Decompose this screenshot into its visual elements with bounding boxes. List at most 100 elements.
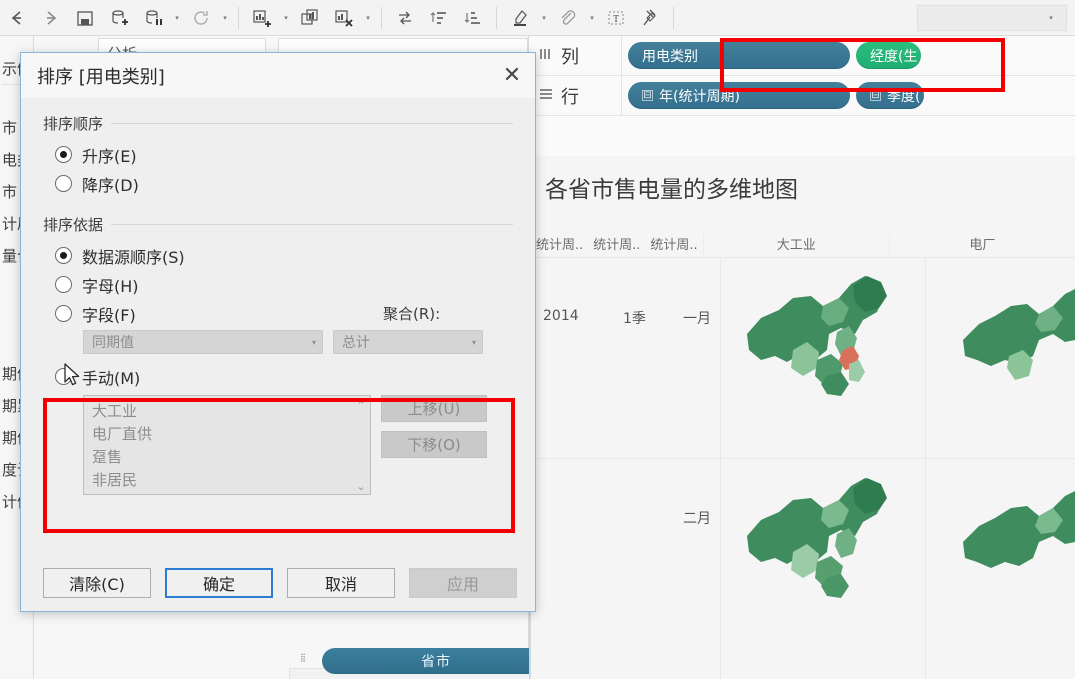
svg-text:T: T (613, 14, 619, 25)
columns-shelf-label-group: 列 (529, 43, 621, 69)
choropleth-map-cell-3[interactable] (731, 470, 921, 640)
clear-sheet-icon[interactable] (327, 3, 361, 33)
choropleth-map-cell-1[interactable] (731, 268, 921, 438)
pause-dropdown-caret-icon[interactable]: ▾ (170, 3, 184, 33)
column-header-0[interactable]: 统计周.. (531, 234, 588, 257)
sort-ascending-icon[interactable] (422, 3, 456, 33)
sort-dialog: 排序 [用电类别] ✕ 排序顺序 升序(E) 降序(D) 排序依据 数据源顺序(… (20, 52, 536, 612)
toolbar-dropdown-caret-icon[interactable]: ▾ (1044, 3, 1058, 33)
swap-rows-columns-icon[interactable] (388, 3, 422, 33)
pill-province[interactable]: 省市 (322, 648, 550, 674)
row-label-month-2[interactable]: 二月 (683, 508, 711, 528)
radio-field-label: 字段(F) (82, 305, 136, 325)
back-arrow-icon[interactable] (0, 3, 34, 33)
columns-label: 列 (561, 46, 579, 68)
aggregate-select[interactable]: 总计 ▾ (333, 330, 483, 354)
toolbar-divider-1 (238, 6, 239, 29)
apply-button[interactable]: 应用 (409, 568, 517, 598)
add-data-source-icon[interactable] (102, 3, 136, 33)
view-grid: 2014 1季 一月 二月 (531, 258, 1075, 679)
fit-pin-icon[interactable] (633, 3, 667, 33)
grid-line-v-1 (925, 258, 926, 679)
field-aggregate-row: 同期值 ▾ 总计 ▾ (43, 330, 513, 354)
choropleth-map-cell-4[interactable] (935, 470, 1075, 640)
toolbar-divider-4 (673, 6, 674, 29)
sort-order-group-title: 排序顺序 (43, 115, 104, 133)
column-header-3[interactable]: 大工业 (702, 234, 889, 257)
duplicate-sheet-icon[interactable] (293, 3, 327, 33)
grid-line-h-0 (531, 458, 1075, 459)
radio-datasource-order-label: 数据源顺序(S) (82, 247, 185, 267)
rows-label: 行 (561, 86, 579, 108)
column-header-1[interactable]: 统计周.. (588, 234, 645, 257)
rows-shelf-label-group: 行 (529, 83, 621, 109)
main-toolbar: ▾ ▾ ▾ ▾ ▾ ▾ T ▾ (0, 0, 1075, 36)
page-title: 各省市售电量的多维地图 (545, 177, 798, 203)
sort-order-group-head: 排序顺序 (43, 113, 513, 134)
row-label-year[interactable]: 2014 (543, 308, 579, 324)
radio-alphabetic[interactable]: 字母(H) (43, 270, 513, 299)
highlight-box-manual-sort (43, 398, 515, 533)
column-header-row: 统计周.. 统计周.. 统计周.. 大工业 电厂 (531, 228, 1075, 258)
radio-datasource-order-button[interactable] (55, 247, 72, 264)
clear-sheet-caret-icon[interactable]: ▾ (361, 3, 375, 33)
column-header-2[interactable]: 统计周.. (645, 234, 702, 257)
radio-descending-label: 降序(D) (82, 175, 139, 195)
field-select-caret-icon[interactable]: ▾ (312, 338, 316, 347)
toolbar-dropdown[interactable]: ▾ (917, 3, 1067, 33)
rows-icon (539, 88, 553, 103)
radio-field[interactable]: 字段(F) 聚合(R): (43, 299, 513, 328)
paperclip-icon[interactable] (551, 3, 585, 33)
sort-by-group-divider (111, 224, 513, 225)
ok-button[interactable]: 确定 (165, 568, 273, 598)
aggregate-select-value: 总计 (342, 335, 370, 351)
application-window: ▾ ▾ ▾ ▾ ▾ ▾ T ▾ 示例 市 电类 市 计局 量合 期值 期累 期值… (0, 0, 1075, 679)
refresh-icon[interactable] (184, 3, 218, 33)
radio-descending-button[interactable] (55, 175, 72, 192)
drag-handle-dots-icon: ⣿ (300, 653, 307, 662)
radio-alphabetic-label: 字母(H) (82, 276, 139, 296)
text-box-icon[interactable]: T (599, 3, 633, 33)
radio-ascending[interactable]: 升序(E) (43, 140, 513, 169)
radio-alphabetic-button[interactable] (55, 276, 72, 293)
new-worksheet-caret-icon[interactable]: ▾ (279, 3, 293, 33)
radio-field-button[interactable] (55, 305, 72, 322)
toolbar-divider-3 (496, 6, 497, 29)
grid-line-v-0 (720, 258, 721, 679)
radio-manual[interactable]: 手动(M) (55, 362, 513, 391)
row-label-quarter[interactable]: 1季 (623, 308, 646, 328)
sort-by-group-head: 排序依据 (43, 214, 513, 235)
highlight-box-columns-pill (720, 38, 1005, 92)
sort-order-group-divider (111, 123, 513, 124)
dialog-title-bar: 排序 [用电类别] ✕ (21, 53, 535, 99)
forward-arrow-icon[interactable] (34, 3, 68, 33)
highlighter-caret-icon[interactable]: ▾ (537, 3, 551, 33)
column-header-4[interactable]: 电厂 (888, 234, 1075, 257)
field-select-value: 同期值 (92, 335, 134, 351)
refresh-dropdown-caret-icon[interactable]: ▾ (218, 3, 232, 33)
aggregate-select-caret-icon[interactable]: ▾ (472, 338, 476, 347)
pill-rows-0-expand-icon[interactable]: ⊟ (642, 90, 653, 101)
worksheet-view: 各省市售电量的多维地图 统计周.. 统计周.. 统计周.. 大工业 电厂 201… (529, 156, 1075, 679)
dialog-footer: 清除(C) 确定 取消 应用 (21, 555, 535, 611)
radio-manual-label: 手动(M) (82, 368, 141, 388)
choropleth-map-cell-2[interactable] (935, 268, 1075, 438)
aggregate-label: 聚合(R): (383, 305, 441, 323)
row-label-month-1[interactable]: 一月 (683, 308, 711, 328)
radio-ascending-label: 升序(E) (82, 146, 137, 166)
new-worksheet-icon[interactable] (245, 3, 279, 33)
pause-data-source-icon[interactable] (136, 3, 170, 33)
radio-descending[interactable]: 降序(D) (43, 169, 513, 198)
highlighter-icon[interactable] (503, 3, 537, 33)
radio-ascending-button[interactable] (55, 146, 72, 163)
columns-icon (539, 48, 553, 63)
close-icon[interactable]: ✕ (489, 53, 535, 99)
dialog-title: 排序 [用电类别] (37, 66, 165, 88)
field-select[interactable]: 同期值 ▾ (83, 330, 323, 354)
paperclip-caret-icon[interactable]: ▾ (585, 3, 599, 33)
save-icon[interactable] (68, 3, 102, 33)
clear-button[interactable]: 清除(C) (43, 568, 151, 598)
cancel-button[interactable]: 取消 (287, 568, 395, 598)
sort-descending-icon[interactable] (456, 3, 490, 33)
radio-datasource-order[interactable]: 数据源顺序(S) (43, 241, 513, 270)
